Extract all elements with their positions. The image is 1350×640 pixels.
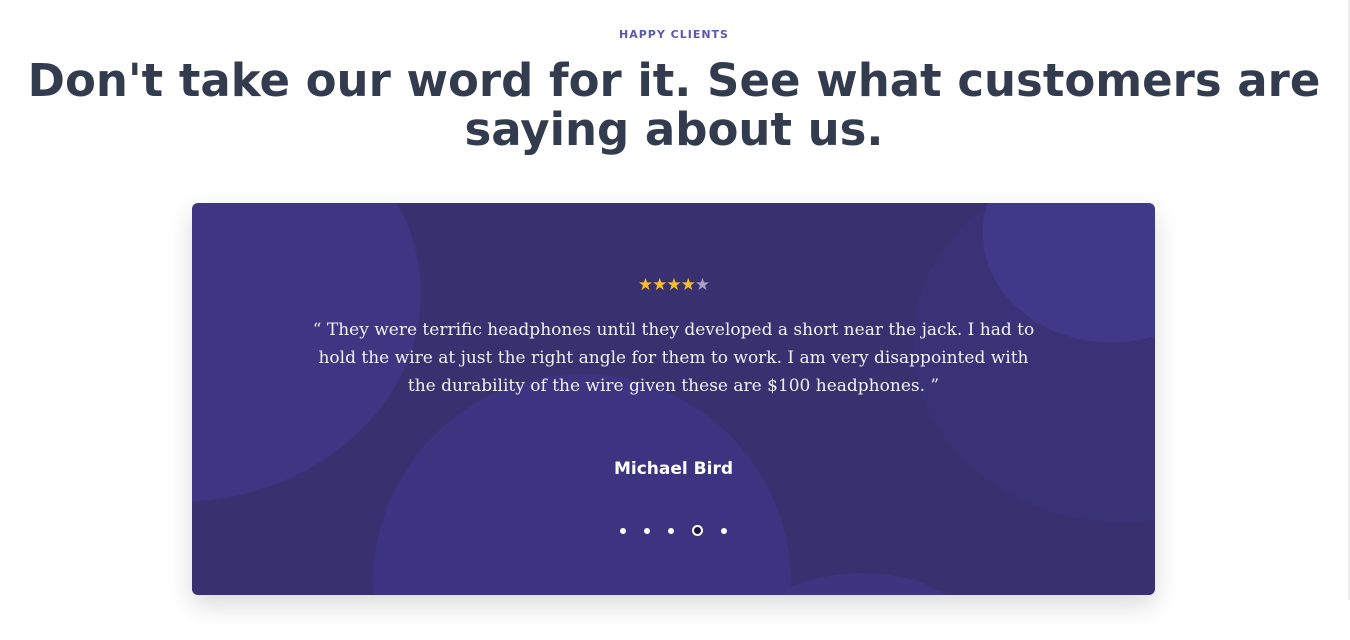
star-empty-icon: ★: [694, 275, 710, 295]
carousel-pagination: [192, 525, 1155, 536]
star-filled-icon: ★: [637, 275, 653, 295]
carousel-dot-3[interactable]: [668, 527, 674, 534]
testimonial-author: Michael Bird: [613, 459, 733, 479]
star-filled-icon: ★: [680, 275, 696, 295]
carousel-dot-2[interactable]: [644, 527, 650, 534]
section-eyebrow: HAPPY CLIENTS: [619, 28, 729, 41]
carousel-dot-5[interactable]: [721, 527, 727, 534]
section-title: Don't take our word for it. See what cus…: [27, 54, 1321, 156]
testimonial-quote: “ They were terrific headphones until th…: [312, 320, 1035, 396]
star-rating: ★★★★★: [192, 275, 1155, 295]
testimonial-card: ★★★★★ “ They were terrific headphones un…: [192, 203, 1155, 595]
carousel-dot-1[interactable]: [620, 527, 626, 534]
star-filled-icon: ★: [652, 275, 667, 295]
carousel-dot-4[interactable]: [692, 525, 703, 536]
star-filled-icon: ★: [666, 275, 681, 295]
